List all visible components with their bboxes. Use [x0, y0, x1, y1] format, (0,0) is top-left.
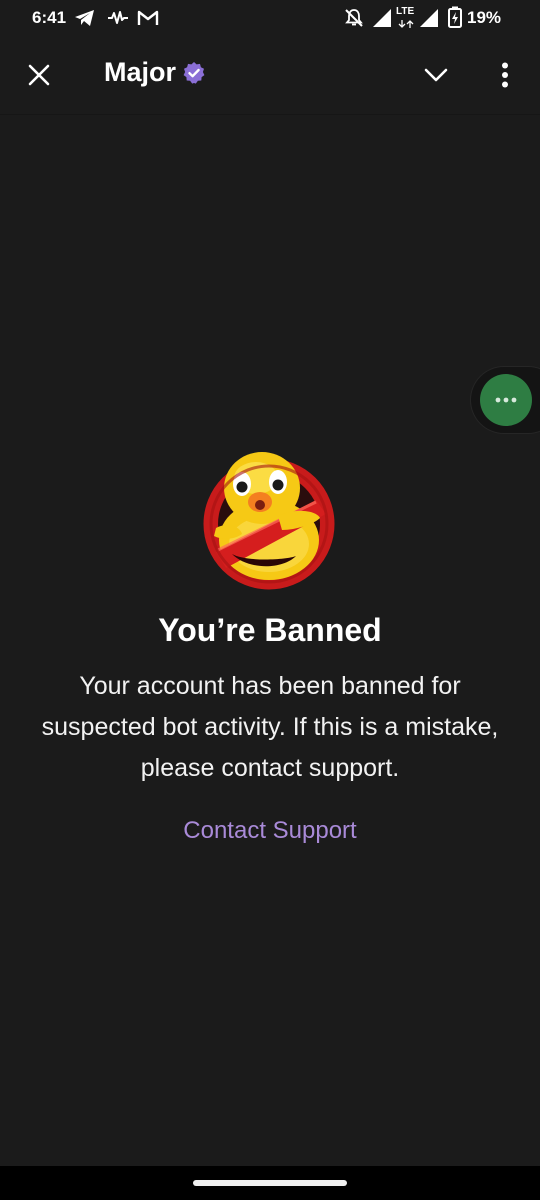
verified-badge-icon	[183, 61, 205, 84]
home-gesture-bar[interactable]	[193, 1180, 347, 1186]
lte-arrows-icon	[398, 20, 414, 28]
more-menu-button[interactable]	[483, 53, 527, 97]
app-screen: 6:41 LTE 19% Major You’re Banned Your ac…	[0, 0, 540, 1200]
contact-support-link[interactable]: Contact Support	[0, 817, 540, 845]
navigation-bar	[0, 1166, 540, 1200]
ban-title: You’re Banned	[158, 612, 382, 648]
telegram-icon	[75, 10, 94, 26]
battery-charging-icon	[448, 6, 462, 28]
collapse-button[interactable]	[414, 53, 458, 97]
status-bar: 6:41 LTE 19%	[0, 0, 540, 36]
signal-icon	[373, 9, 391, 27]
floating-chat-bubble[interactable]	[471, 367, 540, 433]
lte-signal-icon	[420, 9, 438, 27]
ban-message: Your account has been banned for suspect…	[41, 672, 499, 782]
audio-wave-icon	[108, 11, 128, 24]
more-vertical-icon	[502, 62, 508, 88]
page-title: Major	[104, 57, 177, 87]
lte-label: LTE	[396, 6, 415, 17]
close-button[interactable]	[17, 53, 61, 97]
chevron-down-icon	[424, 68, 448, 82]
app-header: Major	[0, 36, 540, 115]
close-icon	[28, 64, 50, 86]
header-title-group: Major	[104, 57, 206, 88]
notifications-off-icon	[345, 9, 363, 27]
banned-duck-illustration	[203, 452, 335, 590]
battery-percentage: 19%	[467, 8, 502, 27]
floating-bubble-button[interactable]	[480, 374, 532, 426]
more-horizontal-icon	[495, 397, 517, 403]
gmail-icon	[137, 10, 159, 25]
status-time: 6:41	[32, 8, 67, 27]
